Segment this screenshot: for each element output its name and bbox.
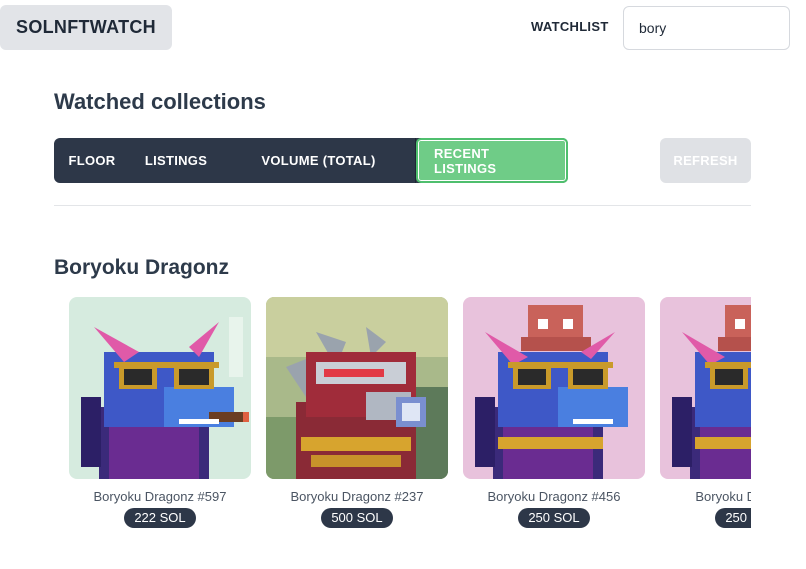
nft-card[interactable]: Boryoku Dragonz #597 222 SOL [69,297,251,528]
refresh-button[interactable]: REFRESH [660,138,751,183]
tab-volume-total[interactable]: VOLUME (TOTAL) [222,138,416,183]
divider [54,205,751,206]
metric-tabs: FLOOR LISTINGS VOLUME (TOTAL) RECENT LIS… [54,138,568,183]
price-badge: 250 SOL [715,508,751,528]
nft-name: Boryoku Dragonz #597 [93,489,227,504]
dragon-octopus-image[interactable] [660,297,751,479]
section-title: Watched collections [54,89,266,114]
dragon-visor-image[interactable] [266,297,448,479]
dragon-cigar-image[interactable] [69,297,251,479]
search-input[interactable] [623,6,790,50]
nft-card[interactable]: Boryoku Dragonz # 250 SOL [660,297,751,528]
price-badge: 222 SOL [124,508,196,528]
nft-card[interactable]: Boryoku Dragonz #237 500 SOL [266,297,448,528]
collection-title: Boryoku Dragonz [54,256,230,279]
nft-name: Boryoku Dragonz # [695,489,751,504]
tab-listings[interactable]: LISTINGS [130,138,222,183]
tab-recent-listings[interactable]: RECENT LISTINGS [416,138,568,183]
dragon-octopus-image[interactable] [463,297,645,479]
nft-card[interactable]: Boryoku Dragonz #456 250 SOL [463,297,645,528]
listing-carousel[interactable]: Boryoku Dragonz #597 222 SOL Boryoku Dra… [54,297,751,537]
price-badge: 500 SOL [321,508,393,528]
tab-floor[interactable]: FLOOR [54,138,130,183]
price-badge: 250 SOL [518,508,590,528]
nft-name: Boryoku Dragonz #456 [487,489,621,504]
brand-logo-button[interactable]: SOLNFTWATCH [0,5,172,50]
watchlist-link[interactable]: WATCHLIST [531,19,609,34]
nft-name: Boryoku Dragonz #237 [290,489,424,504]
